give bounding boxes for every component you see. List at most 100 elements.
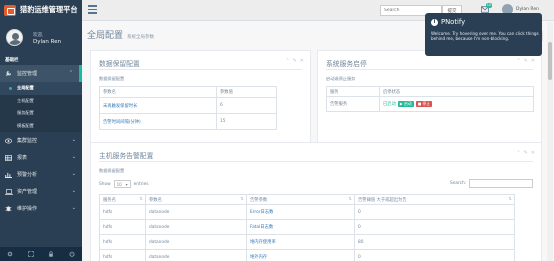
- retention-table: 参数名 参数值 未再触发保留时长 6 告警时间间隔(分钟) 15: [99, 86, 277, 130]
- sidebar-item-report[interactable]: 报表 ⌄: [0, 149, 82, 166]
- table-cell: datanode: [145, 219, 247, 235]
- scrollbar-thumb[interactable]: [548, 42, 552, 80]
- page-scrollbar[interactable]: [547, 22, 553, 261]
- fullscreen-icon[interactable]: [21, 247, 42, 261]
- table-cell: hdfs: [99, 204, 146, 220]
- panel-tools: ⌃ ✎ ✕: [516, 58, 535, 64]
- chevron-down-icon: ⌄: [71, 137, 76, 143]
- avatar: [6, 29, 23, 46]
- submenu-item-host[interactable]: 主机配置: [0, 95, 82, 108]
- notice-text: Welcome. Try hovering over me. You can c…: [431, 31, 539, 42]
- close-icon[interactable]: ✕: [531, 58, 535, 64]
- param-link[interactable]: Fatal日志数: [250, 225, 273, 230]
- sidebar-menu: 监控管理 ⌃ 全局配置 主机配置 服务配置 模板配置 集群监控 ⌄ 报表 ⌄ 预…: [0, 65, 82, 217]
- param-link[interactable]: 未再触发保留时长: [103, 104, 137, 109]
- alarm-table: 服务名 ⇅ 参数名 ⇅ 告警参数 ⇅ 告警阈值 大于或超出为告 ⇅ hdfs datan…: [99, 194, 515, 261]
- table-header-row: 服务名 ⇅ 参数名 ⇅ 告警参数 ⇅ 告警阈值 大于或超出为告 ⇅: [99, 194, 515, 205]
- submenu-item-template[interactable]: 模板配置: [0, 120, 82, 133]
- chevron-down-icon: ⌄: [71, 154, 76, 160]
- sidebar-item-assets[interactable]: 资产管理 ⌄: [0, 183, 82, 200]
- sidebar-item-maintenance[interactable]: 维护操作 ⌄: [0, 200, 82, 217]
- table-cell: 80: [354, 234, 515, 250]
- panel-data-retention: 数据保留配置 ⌃ ✎ ✕ 数据保留配置 参数名 参数值 未再触发保留时长 6 告…: [90, 50, 311, 152]
- param-link[interactable]: 堆外内存: [250, 255, 267, 260]
- table-cell[interactable]: 堆外内存: [246, 249, 355, 261]
- column-header: 参数名: [99, 86, 217, 98]
- collapse-icon[interactable]: ⌃: [516, 150, 520, 156]
- brand[interactable]: 猎豹运维管理平台: [0, 0, 82, 20]
- bug-icon: [5, 205, 13, 212]
- eye-icon: [5, 138, 13, 144]
- show-label: Show: [99, 181, 111, 187]
- table-row: 未再触发保留时长 6: [99, 97, 277, 114]
- table-header-row: 参数名 参数值: [99, 86, 277, 98]
- sidebar-item-cluster[interactable]: 集群监控 ⌄: [0, 132, 82, 149]
- menu-toggle-icon[interactable]: [88, 5, 97, 14]
- close-icon[interactable]: ✕: [531, 150, 535, 156]
- divider: [326, 69, 533, 70]
- column-header-label: 告警参数: [250, 197, 268, 203]
- table-search-input[interactable]: [469, 179, 534, 188]
- table-cell: 0: [354, 204, 515, 220]
- table-cell[interactable]: 告警时间间隔(分钟): [99, 113, 217, 130]
- profile: 欢迎, Dylan Ren: [0, 26, 82, 50]
- panel-title: 数据保留配置: [99, 60, 140, 68]
- lock-icon[interactable]: [41, 247, 62, 261]
- brand-title: 猎豹运维管理平台: [20, 5, 78, 14]
- table-cell: datanode: [145, 234, 247, 250]
- table-row: hdfs datanode Fatal日志数 0: [99, 219, 515, 235]
- table-cell[interactable]: Fatal日志数: [246, 219, 355, 235]
- wrench-icon[interactable]: ✎: [524, 58, 528, 64]
- sidebar-item-label: 预警分析: [17, 172, 38, 178]
- stop-button[interactable]: ■ 停止: [415, 101, 433, 107]
- wrench-icon[interactable]: ✎: [293, 58, 297, 64]
- wrench-icon[interactable]: ✎: [524, 150, 528, 156]
- table-header-row: 服务 启停状态: [326, 86, 534, 97]
- sidebar-item-label: 资产管理: [17, 189, 38, 195]
- start-button[interactable]: ▶ 启动: [397, 101, 414, 107]
- page-subtitle: 系统全局参数: [127, 35, 155, 40]
- submenu-item-global[interactable]: 全局配置: [0, 82, 82, 95]
- power-icon[interactable]: [62, 247, 83, 261]
- panel-tools: ⌃ ✎ ✕: [285, 58, 304, 64]
- column-header[interactable]: 服务名 ⇅: [99, 194, 146, 205]
- info-icon: i: [431, 19, 438, 26]
- submenu-item-service[interactable]: 服务配置: [0, 107, 82, 120]
- table-cell: 6: [216, 97, 277, 114]
- sidebar-item-monitor[interactable]: 监控管理 ⌃: [0, 65, 82, 82]
- column-header: 服务: [326, 86, 380, 97]
- table-cell: 告警服务: [326, 96, 380, 112]
- param-link[interactable]: Error日志数: [250, 210, 273, 215]
- table-cell[interactable]: Error日志数: [246, 204, 355, 220]
- table-cell: hdfs: [99, 219, 146, 235]
- table-cell: datanode: [145, 204, 247, 220]
- column-header[interactable]: 告警参数 ⇅: [246, 194, 355, 205]
- collapse-icon[interactable]: ⌃: [285, 58, 289, 64]
- entries-select[interactable]: 10 ▾: [113, 180, 131, 188]
- chart-icon: [5, 172, 13, 178]
- collapse-icon[interactable]: ⌃: [516, 58, 520, 64]
- sort-icon: ⇅: [139, 196, 143, 202]
- settings-icon[interactable]: [0, 247, 21, 261]
- sidebar-item-label: 监控管理: [17, 71, 38, 77]
- sidebar-item-label: 集群监控: [17, 138, 38, 144]
- table-cell[interactable]: 堆内存使用率: [246, 234, 355, 250]
- param-link[interactable]: 告警时间间隔(分钟): [103, 120, 141, 125]
- sidebar-footer: [0, 247, 82, 261]
- param-link[interactable]: 堆内存使用率: [250, 240, 276, 245]
- column-header[interactable]: 告警阈值 大于或超出为告 ⇅: [354, 194, 515, 205]
- column-header[interactable]: 参数名 ⇅: [145, 194, 247, 205]
- column-header-label: 服务名: [103, 197, 116, 203]
- close-icon[interactable]: ✕: [300, 58, 304, 64]
- sort-icon: ⇅: [508, 196, 512, 202]
- table-cell[interactable]: 未再触发保留时长: [99, 97, 217, 114]
- user-name: Dylan Ren: [516, 7, 539, 12]
- table-row: hdfs datanode 堆外内存 0: [99, 249, 515, 261]
- pnotify-notification[interactable]: i PNotify Welcome. Try hovering over me.…: [425, 13, 542, 56]
- table-cell: hdfs: [99, 249, 146, 261]
- sidebar-item-alert[interactable]: 预警分析 ⌄: [0, 166, 82, 183]
- entries-label: entries: [133, 181, 149, 187]
- table-row: hdfs datanode Error日志数 0: [99, 204, 515, 220]
- column-header-label: 告警阈值 大于或超出为告: [358, 197, 407, 203]
- column-header-label: 参数名: [149, 197, 162, 203]
